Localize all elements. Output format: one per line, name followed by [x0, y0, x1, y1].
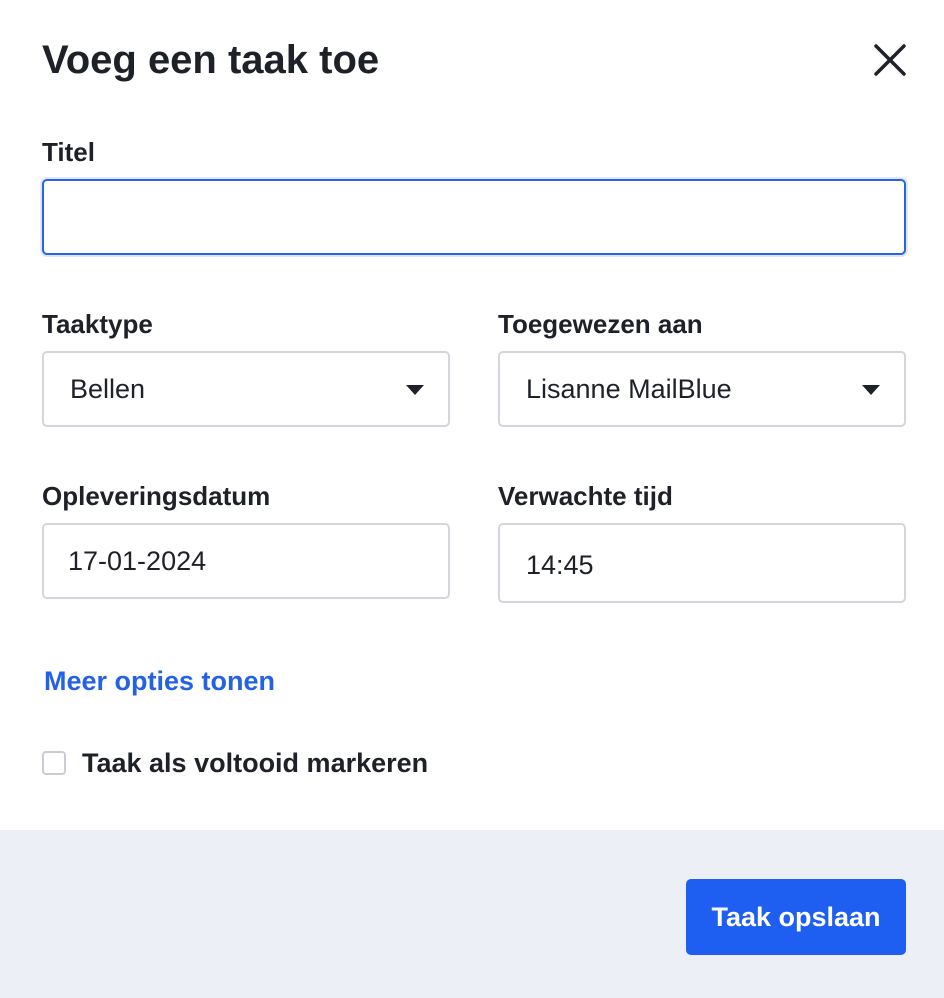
assigned-to-value: Lisanne MailBlue: [526, 373, 732, 404]
expected-time-input[interactable]: [500, 525, 904, 601]
more-options-link[interactable]: Meer opties tonen: [44, 664, 275, 698]
title-input[interactable]: [44, 181, 904, 253]
caret-down-icon: [862, 385, 880, 395]
expected-time-label: Verwachte tijd: [498, 481, 673, 511]
mark-complete-checkbox[interactable]: [42, 751, 66, 775]
close-button[interactable]: [872, 42, 908, 78]
caret-down-icon: [406, 385, 424, 395]
expected-time-field-wrapper: [498, 523, 906, 603]
mark-complete-label: Taak als voltooid markeren: [82, 748, 429, 778]
save-task-button[interactable]: Taak opslaan: [686, 879, 906, 955]
due-date-input[interactable]: [44, 525, 448, 597]
task-type-label: Taaktype: [42, 309, 153, 339]
title-label: Titel: [42, 137, 95, 167]
title-field-wrapper: [42, 179, 906, 255]
due-date-label: Opleveringsdatum: [42, 481, 271, 511]
task-type-value: Bellen: [70, 373, 146, 404]
close-icon: [874, 44, 906, 76]
assigned-to-label: Toegewezen aan: [498, 309, 703, 339]
dialog-title: Voeg een taak toe: [42, 38, 380, 82]
task-type-select[interactable]: Bellen: [42, 351, 450, 427]
due-date-field-wrapper: [42, 523, 450, 599]
add-task-dialog: Voeg een taak toe Titel Taaktype Bellen …: [0, 0, 944, 998]
assigned-to-select[interactable]: Lisanne MailBlue: [498, 351, 906, 427]
